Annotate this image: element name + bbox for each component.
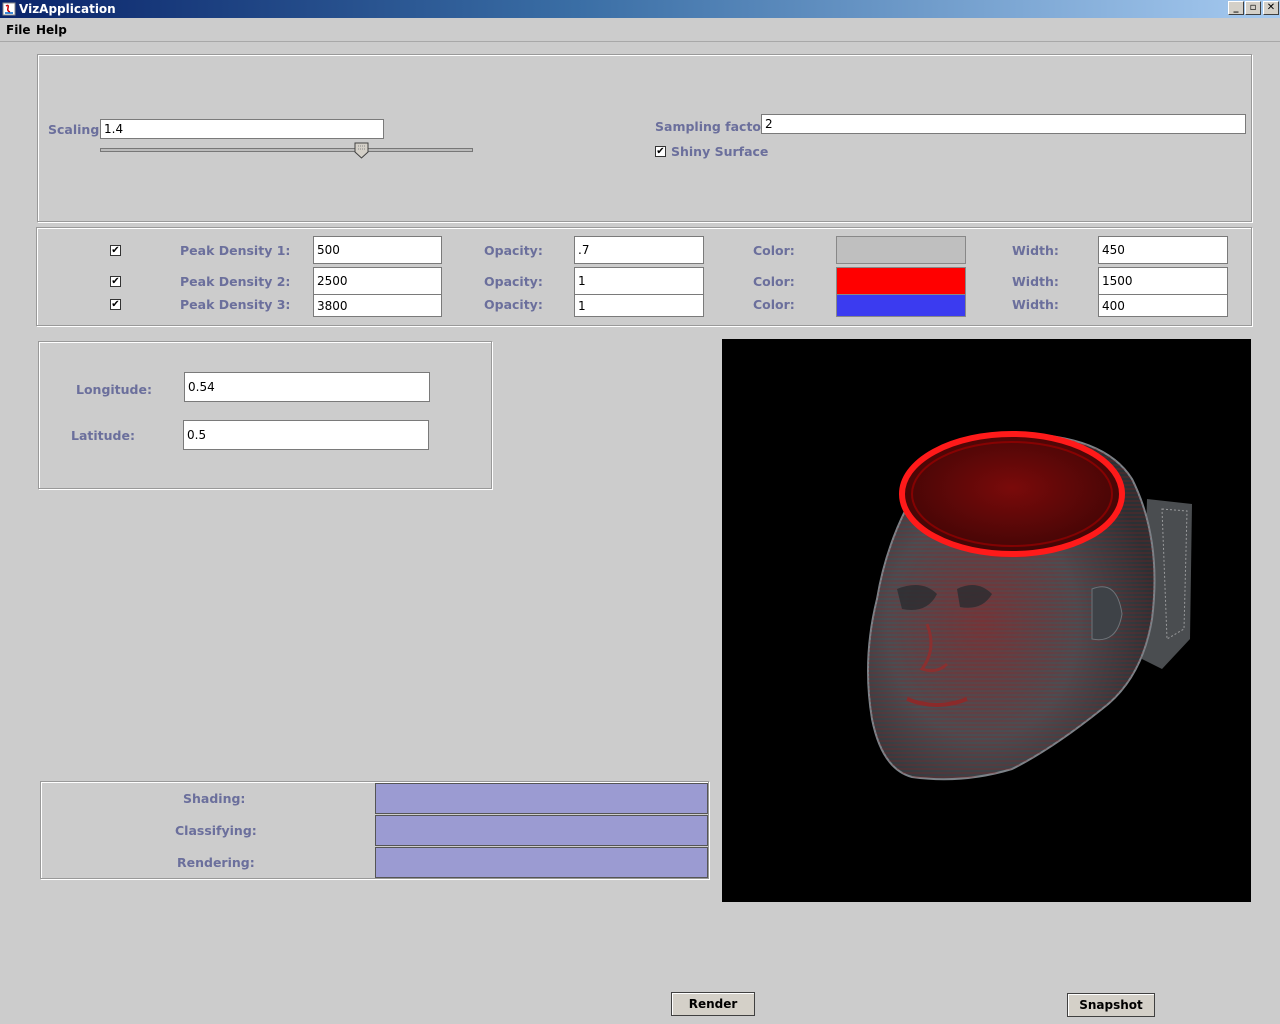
transfer-function-panel: ✔ Peak Density 1: Opacity: Color: Width:… xyxy=(36,227,1252,326)
peak-density-3-label: Peak Density 3: xyxy=(180,297,291,312)
color-3-label: Color: xyxy=(753,297,795,312)
close-icon[interactable]: ✕ xyxy=(1263,1,1279,15)
opacity-2-input[interactable] xyxy=(574,267,704,295)
peak-density-2-input[interactable] xyxy=(313,267,442,295)
classifying-label: Classifying: xyxy=(175,823,257,838)
shading-label: Shading: xyxy=(183,791,246,806)
restore-icon[interactable]: ▫ xyxy=(1245,1,1261,15)
title-bar: VizApplication _ ▫ ✕ xyxy=(0,0,1280,18)
volume-rendered-head-image xyxy=(867,431,1192,781)
width-2-label: Width: xyxy=(1012,274,1059,289)
scaling-slider-thumb[interactable] xyxy=(354,142,369,159)
peak-density-3-input[interactable] xyxy=(313,294,442,317)
menu-bar: File Help xyxy=(0,19,1280,42)
width-1-input[interactable] xyxy=(1098,236,1228,264)
minimize-icon[interactable]: _ xyxy=(1228,1,1244,15)
sampling-factor-input[interactable] xyxy=(761,114,1246,134)
opacity-1-label: Opacity: xyxy=(484,243,543,258)
scaling-input[interactable] xyxy=(100,119,384,139)
longitude-input[interactable] xyxy=(184,372,430,402)
longitude-label: Longitude: xyxy=(76,382,152,397)
opacity-3-input[interactable] xyxy=(574,294,704,317)
scaling-slider-track[interactable] xyxy=(100,148,473,152)
java-app-icon xyxy=(2,2,16,16)
width-3-label: Width: xyxy=(1012,297,1059,312)
menu-file[interactable]: File xyxy=(6,23,31,37)
latitude-input[interactable] xyxy=(183,420,429,450)
color-3-swatch[interactable] xyxy=(836,294,966,317)
width-3-input[interactable] xyxy=(1098,294,1228,317)
sampling-factor-label: Sampling factor: xyxy=(655,119,773,134)
peak-3-enabled-checkbox[interactable]: ✔ xyxy=(110,299,121,310)
render-viewport[interactable] xyxy=(722,339,1251,902)
rendering-progress-bar xyxy=(375,847,708,878)
peak-density-1-input[interactable] xyxy=(313,236,442,264)
window-title: VizApplication xyxy=(19,2,116,16)
snapshot-button[interactable]: Snapshot xyxy=(1067,993,1155,1017)
peak-1-enabled-checkbox[interactable]: ✔ xyxy=(110,245,121,256)
color-1-swatch[interactable] xyxy=(836,236,966,264)
width-2-input[interactable] xyxy=(1098,267,1228,295)
opacity-1-input[interactable] xyxy=(574,236,704,264)
width-1-label: Width: xyxy=(1012,243,1059,258)
view-angle-panel: Longitude: Latitude: xyxy=(38,341,492,489)
settings-panel: Scaling: Sampling factor: ✔ Shiny Surfac… xyxy=(37,54,1252,222)
shiny-surface-checkbox[interactable]: ✔ xyxy=(655,146,666,157)
latitude-label: Latitude: xyxy=(71,428,135,443)
color-2-swatch[interactable] xyxy=(836,267,966,295)
peak-density-2-label: Peak Density 2: xyxy=(180,274,291,289)
color-1-label: Color: xyxy=(753,243,795,258)
rendering-label: Rendering: xyxy=(177,855,255,870)
opacity-2-label: Opacity: xyxy=(484,274,543,289)
menu-help[interactable]: Help xyxy=(36,23,67,37)
opacity-3-label: Opacity: xyxy=(484,297,543,312)
peak-2-enabled-checkbox[interactable]: ✔ xyxy=(110,276,121,287)
shading-progress-bar xyxy=(375,783,708,814)
classifying-progress-bar xyxy=(375,815,708,846)
peak-density-1-label: Peak Density 1: xyxy=(180,243,291,258)
shiny-surface-label: Shiny Surface xyxy=(671,144,769,159)
render-button[interactable]: Render xyxy=(671,992,755,1016)
color-2-label: Color: xyxy=(753,274,795,289)
scaling-label: Scaling: xyxy=(48,122,105,137)
